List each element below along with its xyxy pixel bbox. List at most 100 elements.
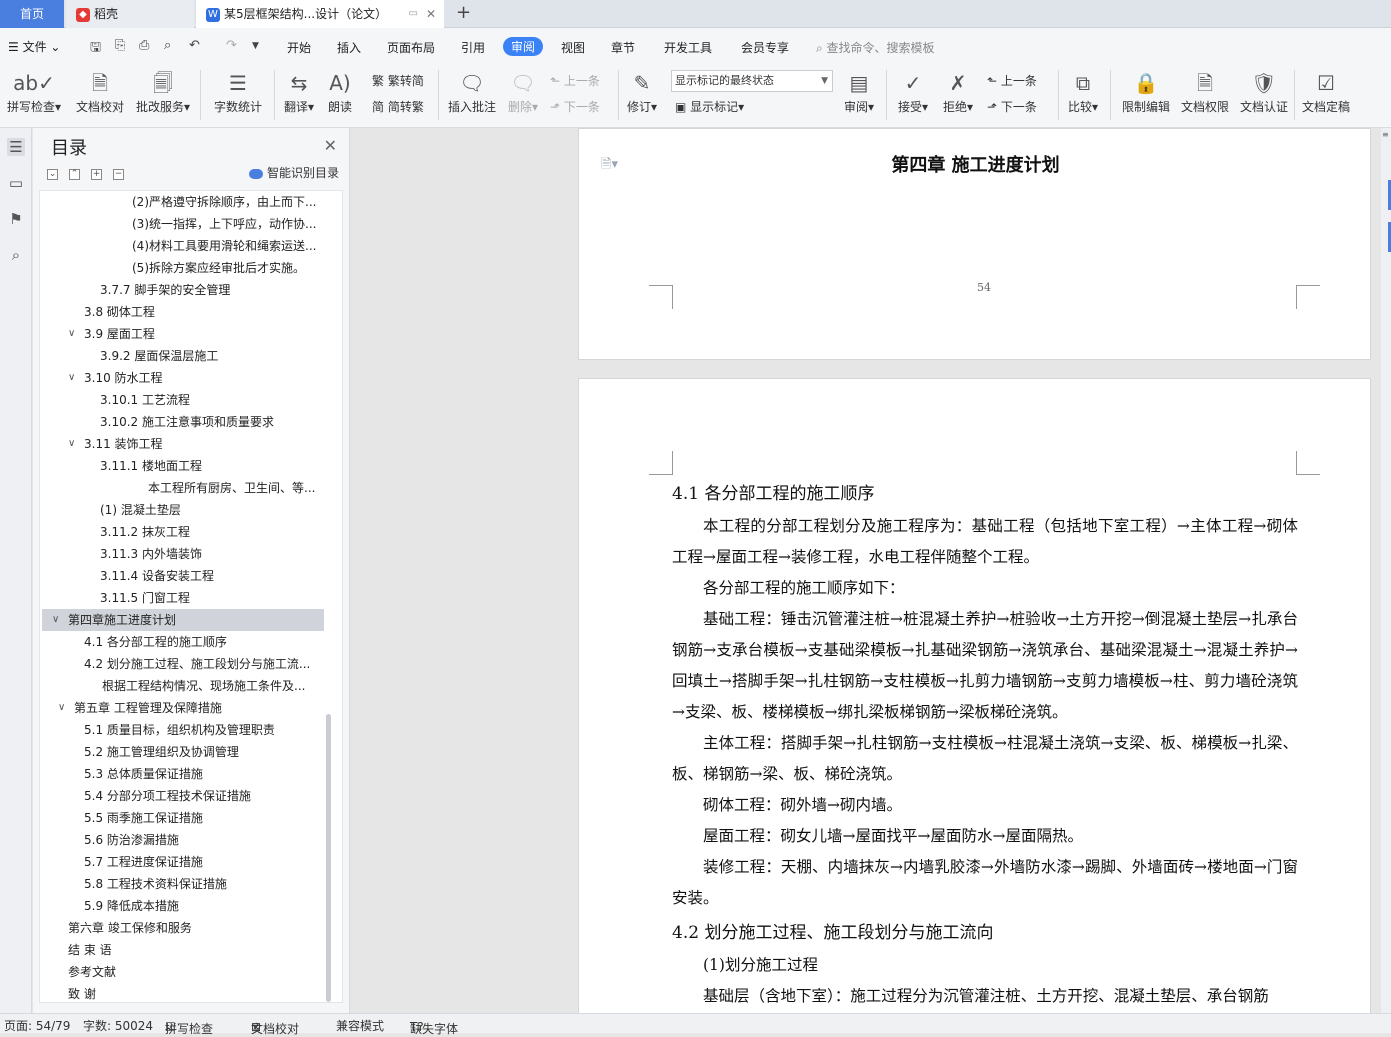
print-icon[interactable]: ⎙: [139, 38, 149, 53]
toc-item[interactable]: 本工程所有厨房、卫生间、等...: [148, 477, 322, 499]
tab-docer[interactable]: ◆ 稻壳: [66, 0, 194, 28]
expand-all-icon[interactable]: ⌃: [69, 169, 80, 180]
chapter-nav-icon[interactable]: ▭: [7, 174, 25, 192]
chevron-down-icon[interactable]: ∨: [68, 433, 75, 455]
menu-page-layout[interactable]: 页面布局: [387, 39, 435, 56]
menu-review[interactable]: 审阅: [503, 37, 544, 56]
chevron-down-icon[interactable]: ∨: [58, 697, 65, 719]
doc-finalize-button[interactable]: ☑ 文档定稿: [1298, 68, 1354, 115]
proofread-button[interactable]: 🗎 文档校对: [70, 68, 130, 115]
toc-item[interactable]: 3.10.2 施工注意事项和质量要求: [100, 411, 320, 433]
delete-comment-button[interactable]: 🗨 删除▾: [503, 68, 543, 115]
sidebar-toggle-icon[interactable]: ≡: [1382, 130, 1389, 139]
toc-item[interactable]: 致 谢: [68, 983, 308, 1002]
show-markup-button[interactable]: ▣ 显示标记▾: [675, 98, 744, 115]
review-service-button[interactable]: 🗐 批改服务▾: [132, 68, 194, 115]
undo-icon[interactable]: ↶: [189, 38, 200, 53]
compare-button[interactable]: ⧉ 比较▾: [1063, 68, 1103, 115]
toc-item[interactable]: 4.1 各分部工程的施工顺序: [84, 631, 304, 653]
spell-check-button[interactable]: ab✓ 拼写检查▾: [4, 68, 64, 115]
menu-member[interactable]: 会员专享: [741, 39, 789, 56]
toc-item[interactable]: ∨ 3.9 屋面工程: [68, 323, 304, 345]
toc-item[interactable]: 结 束 语: [68, 939, 308, 961]
redo-icon[interactable]: ↷: [226, 38, 237, 53]
toc-item[interactable]: 5.2 施工管理组织及协调管理: [84, 741, 319, 763]
restrict-editing-button[interactable]: 🔒 限制编辑: [1117, 68, 1175, 115]
toc-item[interactable]: 5.3 总体质量保证措施: [84, 763, 319, 785]
file-menu[interactable]: ☰ 文件 ⌄: [8, 38, 60, 55]
toc-item[interactable]: 5.5 雨季施工保证措施: [84, 807, 319, 829]
remove-heading-icon[interactable]: −: [113, 169, 124, 180]
pin-icon[interactable]: ▭: [409, 0, 418, 28]
doc-certify-button[interactable]: 🛡 文档认证: [1236, 68, 1292, 115]
prev-comment-button[interactable]: ⬑ 上一条: [550, 72, 600, 89]
menu-chapter[interactable]: 章节: [611, 39, 635, 56]
toc-item[interactable]: ∨ 3.11 装饰工程: [68, 433, 304, 455]
toc-item[interactable]: 5.6 防治渗漏措施: [84, 829, 319, 851]
toc-item[interactable]: 3.11.4 设备安装工程: [100, 565, 320, 587]
bookmark-icon[interactable]: ⚑: [7, 210, 25, 228]
toc-item[interactable]: (4)材料工具要用滑轮和绳索运送...: [132, 235, 322, 257]
toc-item[interactable]: 3.10.1 工艺流程: [100, 389, 320, 411]
toc-item[interactable]: (2)严格遵守拆除顺序，由上而下...: [132, 191, 322, 213]
doc-permission-button[interactable]: 🗎 文档权限: [1177, 68, 1233, 115]
toc-item[interactable]: 3.8 砌体工程: [84, 301, 304, 323]
toc-item[interactable]: (3)统一指挥，上下呼应，动作协...: [132, 213, 322, 235]
chevron-down-icon[interactable]: ∨: [52, 609, 59, 631]
toc-item[interactable]: 第六章 竣工保修和服务: [68, 917, 308, 939]
collapse-all-icon[interactable]: ⌄: [47, 169, 58, 180]
menu-view[interactable]: 视图: [561, 39, 585, 56]
next-comment-button[interactable]: ⬏ 下一条: [550, 98, 600, 115]
toc-item[interactable]: 3.11.3 内外墙装饰: [100, 543, 320, 565]
new-tab-icon[interactable]: +: [456, 0, 471, 28]
toc-item[interactable]: 3.7.7 脚手架的安全管理: [100, 279, 320, 301]
toc-item[interactable]: 根据工程结构情况、现场施工条件及...: [102, 675, 322, 697]
toc-item[interactable]: (1) 混凝土垫层: [100, 499, 320, 521]
search-icon[interactable]: ⌕: [7, 246, 25, 264]
word-count-button[interactable]: ☰ 字数统计: [207, 68, 269, 115]
toc-item[interactable]: 3.9.2 屋面保温层施工: [100, 345, 320, 367]
toc-item[interactable]: 3.11.1 楼地面工程: [100, 455, 320, 477]
menu-references[interactable]: 引用: [461, 39, 485, 56]
toc-item[interactable]: 3.11.2 抹灰工程: [100, 521, 320, 543]
menu-start[interactable]: 开始: [287, 39, 311, 56]
toc-item[interactable]: 4.2 划分施工过程、施工段划分与施工流...: [84, 653, 324, 675]
toc-item[interactable]: ∨ 第五章 工程管理及保障措施: [58, 697, 314, 719]
chevron-down-icon[interactable]: ∨: [68, 367, 75, 389]
next-change-button[interactable]: ⬏ 下一条: [987, 98, 1037, 115]
toc-item[interactable]: ∨ 3.10 防水工程: [68, 367, 304, 389]
accept-button[interactable]: ✓ 接受▾: [893, 68, 933, 115]
markup-display-select[interactable]: 显示标记的最终状态 ▼: [671, 70, 833, 92]
translate-button[interactable]: ⇆ 翻译▾: [280, 68, 318, 115]
menu-developer[interactable]: 开发工具: [664, 39, 712, 56]
toc-panel-icon[interactable]: ☰: [7, 138, 25, 156]
trad-to-simp-button[interactable]: 繁 繁转简: [372, 72, 424, 89]
command-search[interactable]: ⌕ 查找命令、搜索模板: [816, 39, 935, 56]
toc-item[interactable]: 3.11.5 门窗工程: [100, 587, 320, 609]
toc-item[interactable]: 5.7 工程进度保证措施: [84, 851, 319, 873]
insert-comment-button[interactable]: 🗨 插入批注: [444, 68, 500, 115]
prev-change-button[interactable]: ⬑ 上一条: [987, 72, 1037, 89]
toc-item[interactable]: 5.9 降低成本措施: [84, 895, 319, 917]
print-preview-icon[interactable]: ⌕: [164, 38, 171, 53]
page-indicator[interactable]: 页面: 54/79: [4, 1017, 70, 1034]
close-tab-icon[interactable]: ✕: [426, 0, 436, 28]
track-changes-button[interactable]: ✎ 修订▾: [622, 68, 662, 115]
toc-scrollbar[interactable]: [326, 714, 331, 1002]
export-pdf-icon[interactable]: ⎘: [115, 38, 125, 53]
close-icon[interactable]: ✕: [324, 136, 337, 155]
chevron-down-icon[interactable]: ∨: [68, 323, 75, 345]
tab-document[interactable]: W 某5层框架结构...设计（论文） ▭ ✕: [196, 0, 444, 28]
word-count-indicator[interactable]: 字数: 50024: [83, 1017, 153, 1034]
save-icon[interactable]: 🖫: [90, 38, 101, 60]
read-aloud-button[interactable]: A) 朗读: [322, 68, 358, 115]
add-heading-icon[interactable]: +: [91, 169, 102, 180]
reviewing-pane-button[interactable]: ▤ 审阅▾: [840, 68, 878, 115]
quick-access-dropdown-icon[interactable]: ▼: [252, 41, 259, 51]
simp-to-trad-button[interactable]: 简 简转繁: [372, 98, 424, 115]
tab-home[interactable]: 首页: [0, 0, 64, 28]
toc-item[interactable]: 5.1 质量目标，组织机构及管理职责: [84, 719, 319, 741]
menu-insert[interactable]: 插入: [337, 39, 361, 56]
toc-item[interactable]: 5.4 分部分项工程技术保证措施: [84, 785, 319, 807]
toc-item[interactable]: (5)拆除方案应经审批后才实施。: [132, 257, 322, 279]
